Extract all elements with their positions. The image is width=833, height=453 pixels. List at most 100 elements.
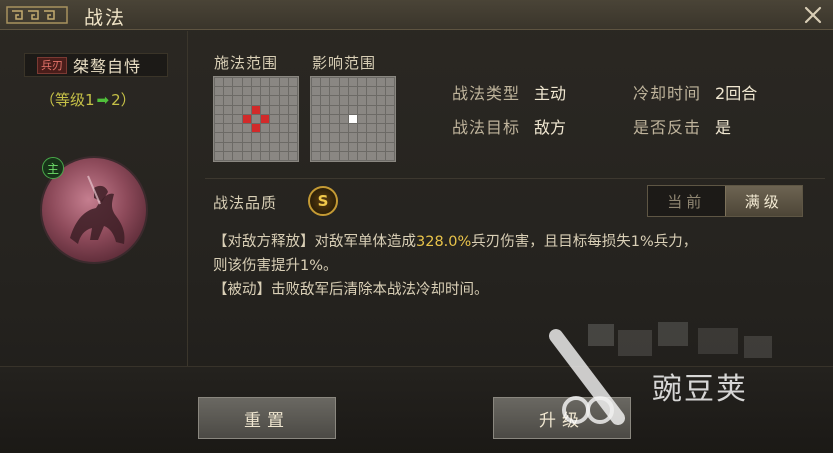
toggle-max-button[interactable]: 满级 [724, 186, 802, 216]
grid-cell [358, 133, 367, 142]
grid-cell [224, 151, 233, 160]
grid-cell [358, 151, 367, 160]
grid-cell [288, 87, 297, 96]
target-value: 敌方 [534, 118, 567, 137]
grid-cell [312, 142, 321, 151]
grid-cell [288, 96, 297, 105]
grid-cell [321, 96, 330, 105]
cast-range-grid [213, 76, 299, 162]
skill-type-value: 主动 [534, 84, 567, 103]
grid-cell [312, 133, 321, 142]
grid-cell [339, 96, 348, 105]
grid-cell [288, 151, 297, 160]
grid-cell [215, 151, 224, 160]
grid-cell [367, 151, 376, 160]
grid-cell [242, 96, 251, 105]
grid-cell [251, 133, 261, 142]
grid-cell [348, 114, 358, 124]
grid-cell [376, 96, 385, 105]
grid-cell [348, 124, 358, 133]
grid-cell [261, 124, 270, 133]
grid-cell [339, 105, 348, 114]
grid-cell [270, 105, 279, 114]
grid-cell [242, 78, 251, 87]
grid-cell [261, 96, 270, 105]
grid-cell [261, 142, 270, 151]
grid-cell [270, 133, 279, 142]
grid-cell [261, 114, 270, 124]
grid-cell [385, 142, 394, 151]
grid-cell [279, 96, 288, 105]
grid-cell [385, 133, 394, 142]
grid-cell [242, 133, 251, 142]
grid-cell [215, 124, 224, 133]
grid-cell [339, 151, 348, 160]
grid-cell [367, 87, 376, 96]
grid-cell [279, 124, 288, 133]
close-icon[interactable] [801, 3, 825, 27]
description-part1: 【对敌方释放】对敌军单体造成 [213, 234, 416, 250]
grid-cell [348, 87, 358, 96]
grid-cell [312, 78, 321, 87]
grid-cell [242, 105, 251, 114]
grid-cell [242, 124, 251, 133]
quality-grade-badge: S [308, 186, 338, 216]
grid-cell [215, 78, 224, 87]
description-part2: 兵刃伤害，且目标每损失1%兵力， [471, 234, 698, 250]
grid-cell [288, 142, 297, 151]
arrow-right-icon: ➡ [96, 90, 110, 109]
grid-cell [224, 142, 233, 151]
grid-cell [339, 124, 348, 133]
grid-cell [270, 151, 279, 160]
grid-cell [270, 114, 279, 124]
window-title: 战法 [84, 7, 127, 29]
quality-label: 战法品质 [213, 194, 278, 212]
grid-cell [242, 151, 251, 160]
skill-window: 战法 兵刃 桀骜自恃 （等级1 ➡ 2） 主 施法范围 影响范围 战法类型 主动… [0, 0, 833, 453]
grid-cell [233, 124, 242, 133]
grid-cell [358, 105, 367, 114]
grid-cell [367, 78, 376, 87]
grid-cell [358, 142, 367, 151]
effect-range-grid [310, 76, 396, 162]
grid-cell [385, 78, 394, 87]
cast-range-label: 施法范围 [214, 54, 279, 72]
grid-cell [312, 87, 321, 96]
target-label: 战法目标 [452, 118, 521, 137]
grid-cell [288, 133, 297, 142]
grid-cell [330, 78, 339, 87]
grid-cell [215, 96, 224, 105]
level-prefix: （等级1 [40, 91, 95, 109]
grid-cell [358, 114, 367, 124]
grid-cell [233, 142, 242, 151]
title-bar: 战法 [0, 0, 833, 30]
grid-cell [288, 105, 297, 114]
grid-cell [312, 96, 321, 105]
grid-cell [251, 124, 261, 133]
grid-cell [261, 105, 270, 114]
grid-cell [242, 87, 251, 96]
grid-cell [358, 78, 367, 87]
grid-cell [348, 133, 358, 142]
grid-cell [251, 142, 261, 151]
skill-description: 【对敌方释放】对敌军单体造成328.0%兵刃伤害，且目标每损失1%兵力， 则该伤… [213, 230, 813, 302]
grid-cell [242, 142, 251, 151]
toggle-current-button[interactable]: 当前 [648, 186, 725, 216]
grid-cell [233, 78, 242, 87]
grid-cell [251, 78, 261, 87]
grid-cell [367, 105, 376, 114]
skill-name-plate: 兵刃 桀骜自恃 [24, 53, 168, 77]
reset-button[interactable]: 重置 [198, 397, 336, 439]
grid-cell [330, 105, 339, 114]
grid-cell [339, 142, 348, 151]
grid-cell [376, 87, 385, 96]
grid-cell [376, 142, 385, 151]
grid-cell [233, 114, 242, 124]
grid-cell [339, 78, 348, 87]
grid-cell [215, 142, 224, 151]
counter-value: 是 [715, 118, 732, 137]
grid-cell [270, 96, 279, 105]
grid-cell [321, 133, 330, 142]
grid-cell [270, 78, 279, 87]
grid-cell [312, 105, 321, 114]
